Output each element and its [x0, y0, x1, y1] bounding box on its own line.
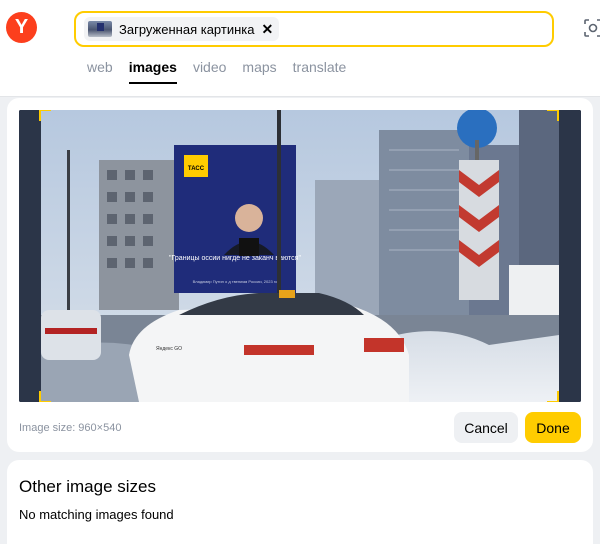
yandex-logo[interactable]: Y — [6, 12, 37, 43]
crop-handle-bottom-left[interactable] — [39, 391, 51, 402]
crop-handle-bottom-right[interactable] — [547, 391, 559, 402]
other-sizes-card: Other image sizes No matching images fou… — [7, 460, 593, 544]
close-icon[interactable]: ✕ — [261, 22, 273, 36]
crop-editor-card: ТАСС "Границы оссии нигде не заканч вают… — [7, 98, 593, 452]
tab-translate[interactable]: translate — [293, 57, 347, 84]
taxi-brand: Яндекс GO — [156, 346, 182, 352]
billboard-logo: ТАСС — [188, 166, 205, 172]
logo-letter: Y — [14, 16, 29, 38]
crop-handle-top-left[interactable] — [39, 110, 51, 121]
header: Y Загруженная картинка ✕ web images vide… — [0, 0, 600, 97]
tab-maps[interactable]: maps — [242, 57, 276, 84]
other-sizes-title: Other image sizes — [19, 477, 156, 496]
street-photo: ТАСС "Границы оссии нигде не заканч вают… — [19, 110, 581, 402]
chip-label: Загруженная картинка — [119, 21, 255, 37]
no-results-message: No matching images found — [19, 507, 174, 522]
tab-images[interactable]: images — [128, 57, 178, 84]
camera-lens-icon[interactable] — [582, 17, 600, 39]
uploaded-image-chip[interactable]: Загруженная картинка ✕ — [84, 17, 280, 41]
search-box[interactable]: Загруженная картинка ✕ — [74, 11, 554, 47]
taxi-phone: +7 (495) 999 99 99 — [254, 321, 306, 327]
search-tabs: web images video maps translate — [87, 57, 362, 84]
billboard-caption: Владимир Путин о д твениям России, 2023 … — [193, 279, 279, 284]
tab-video[interactable]: video — [193, 57, 226, 84]
tab-web[interactable]: web — [87, 57, 113, 84]
cancel-button[interactable]: Cancel — [454, 412, 518, 443]
crop-handle-top-right[interactable] — [547, 110, 559, 121]
uploaded-image-thumbnail — [88, 21, 112, 37]
billboard-quote: "Границы оссии нигде не заканч ваются" — [169, 255, 301, 262]
uploaded-image-preview[interactable]: ТАСС "Границы оссии нигде не заканч вают… — [19, 110, 581, 402]
image-size-label: Image size: 960×540 — [19, 422, 122, 434]
done-button[interactable]: Done — [525, 412, 581, 443]
